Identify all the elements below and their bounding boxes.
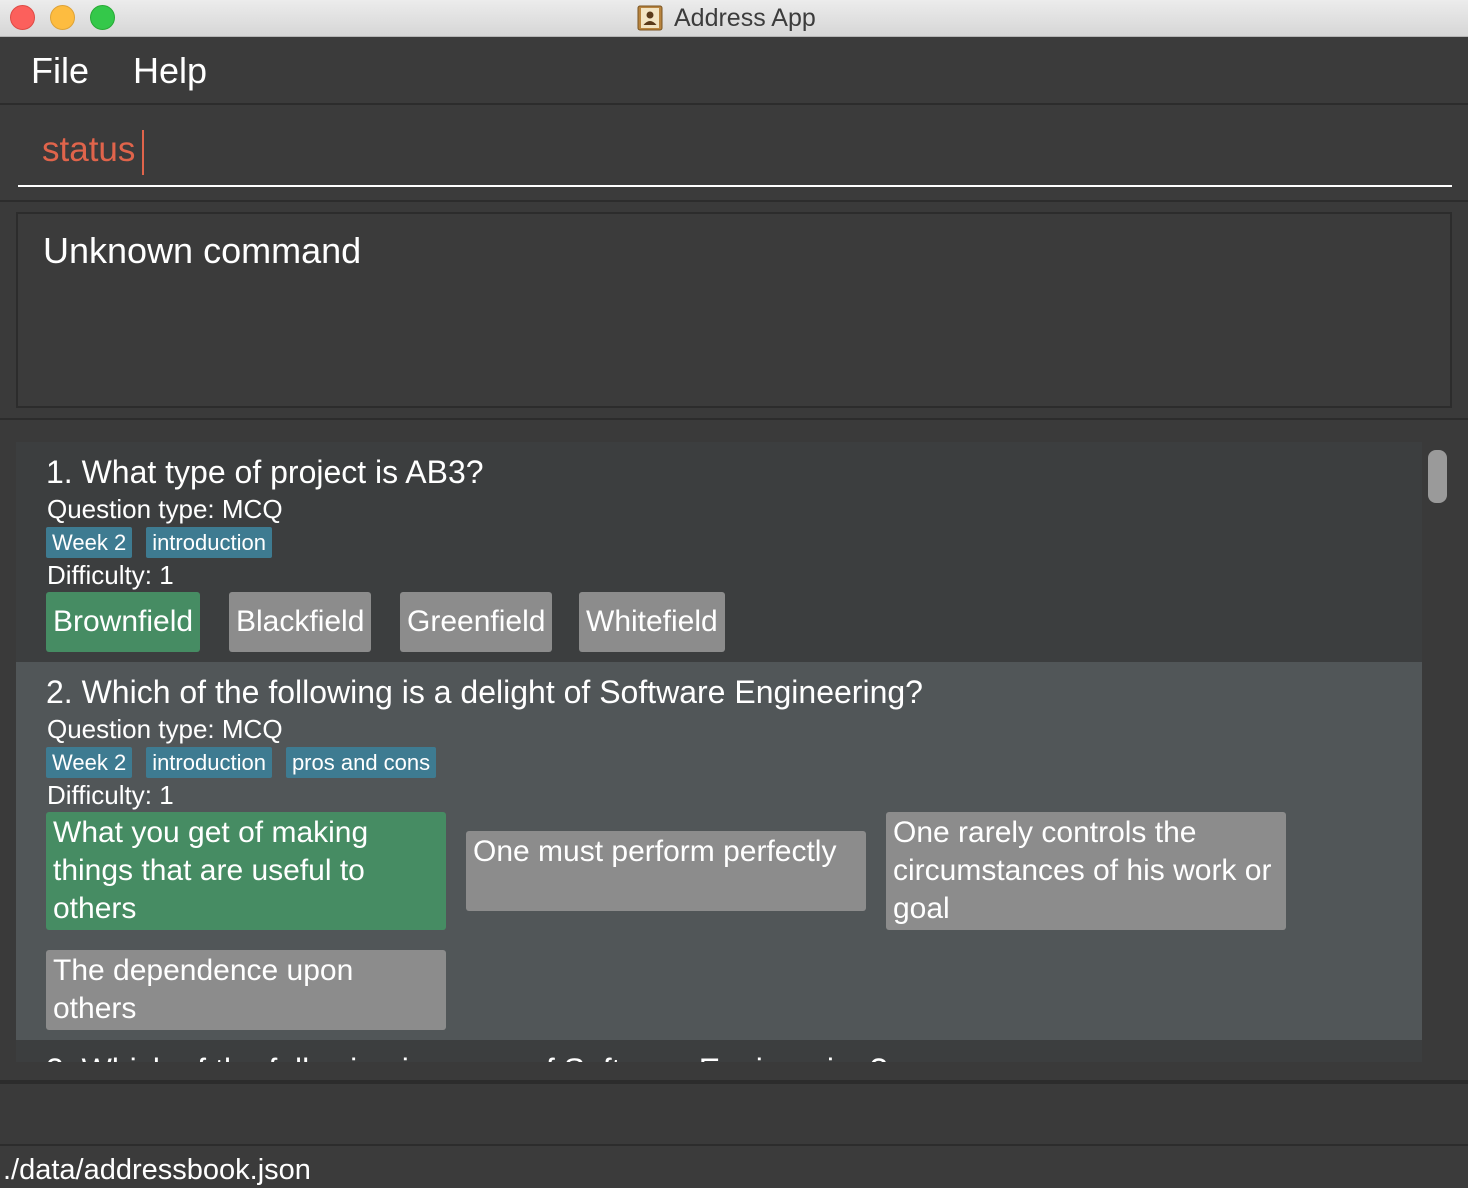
- option[interactable]: Whitefield: [579, 592, 725, 652]
- window-title-group: Address App: [637, 2, 816, 34]
- menu-help[interactable]: Help: [133, 50, 207, 92]
- difficulty-label: Difficulty: 1: [47, 780, 174, 810]
- option[interactable]: Blackfield: [229, 592, 372, 652]
- option[interactable]: Greenfield: [400, 592, 553, 652]
- command-input[interactable]: [18, 115, 1452, 187]
- command-box: [0, 105, 1468, 202]
- tag-list: Week 2 introduction pros and cons: [46, 747, 437, 778]
- question-card[interactable]: 3. Which of the following is a woe of So…: [16, 1040, 1422, 1062]
- status-bar: ./data/addressbook.json: [0, 1144, 1468, 1188]
- option-correct[interactable]: Brownfield: [46, 592, 201, 652]
- question-title: 1. What type of project is AB3?: [46, 454, 484, 490]
- save-location: ./data/addressbook.json: [3, 1154, 311, 1186]
- tag: introduction: [146, 747, 272, 778]
- title-bar: Address App: [0, 0, 1468, 37]
- tag: Week 2: [46, 747, 133, 778]
- question-type: Question type: MCQ: [47, 494, 283, 524]
- question-title: 3. Which of the following is a woe of So…: [46, 1052, 887, 1062]
- menu-bar: File Help: [0, 37, 1468, 105]
- question-card[interactable]: 2. Which of the following is a delight o…: [16, 662, 1422, 1040]
- option[interactable]: One must perform perfectly: [466, 831, 866, 911]
- scrollbar-thumb[interactable]: [1428, 450, 1447, 503]
- close-button[interactable]: [10, 5, 35, 30]
- tag: pros and cons: [285, 747, 437, 778]
- scrollbar[interactable]: [1426, 442, 1450, 1062]
- question-list[interactable]: 1. What type of project is AB3? Question…: [16, 442, 1422, 1062]
- result-display: Unknown command: [0, 202, 1468, 420]
- text-caret: [142, 130, 144, 175]
- minimize-button[interactable]: [50, 5, 75, 30]
- option[interactable]: The dependence upon others: [46, 950, 446, 1030]
- tag-list: Week 2 introduction: [46, 527, 272, 558]
- result-box: Unknown command: [16, 212, 1452, 408]
- zoom-button[interactable]: [90, 5, 115, 30]
- option[interactable]: One rarely controls the circumstances of…: [886, 812, 1286, 930]
- result-message: Unknown command: [43, 230, 362, 271]
- difficulty-label: Difficulty: 1: [47, 560, 174, 590]
- question-title: 2. Which of the following is a delight o…: [46, 674, 923, 710]
- question-type: Question type: MCQ: [47, 714, 283, 744]
- contacts-app-icon: [637, 5, 663, 31]
- tag: introduction: [146, 527, 272, 558]
- tag: Week 2: [46, 527, 133, 558]
- question-list-panel: 1. What type of project is AB3? Question…: [0, 420, 1468, 1084]
- window-title: Address App: [674, 3, 816, 32]
- menu-file[interactable]: File: [31, 50, 89, 92]
- option-correct[interactable]: What you get of making things that are u…: [46, 812, 446, 930]
- question-card[interactable]: 1. What type of project is AB3? Question…: [16, 442, 1422, 662]
